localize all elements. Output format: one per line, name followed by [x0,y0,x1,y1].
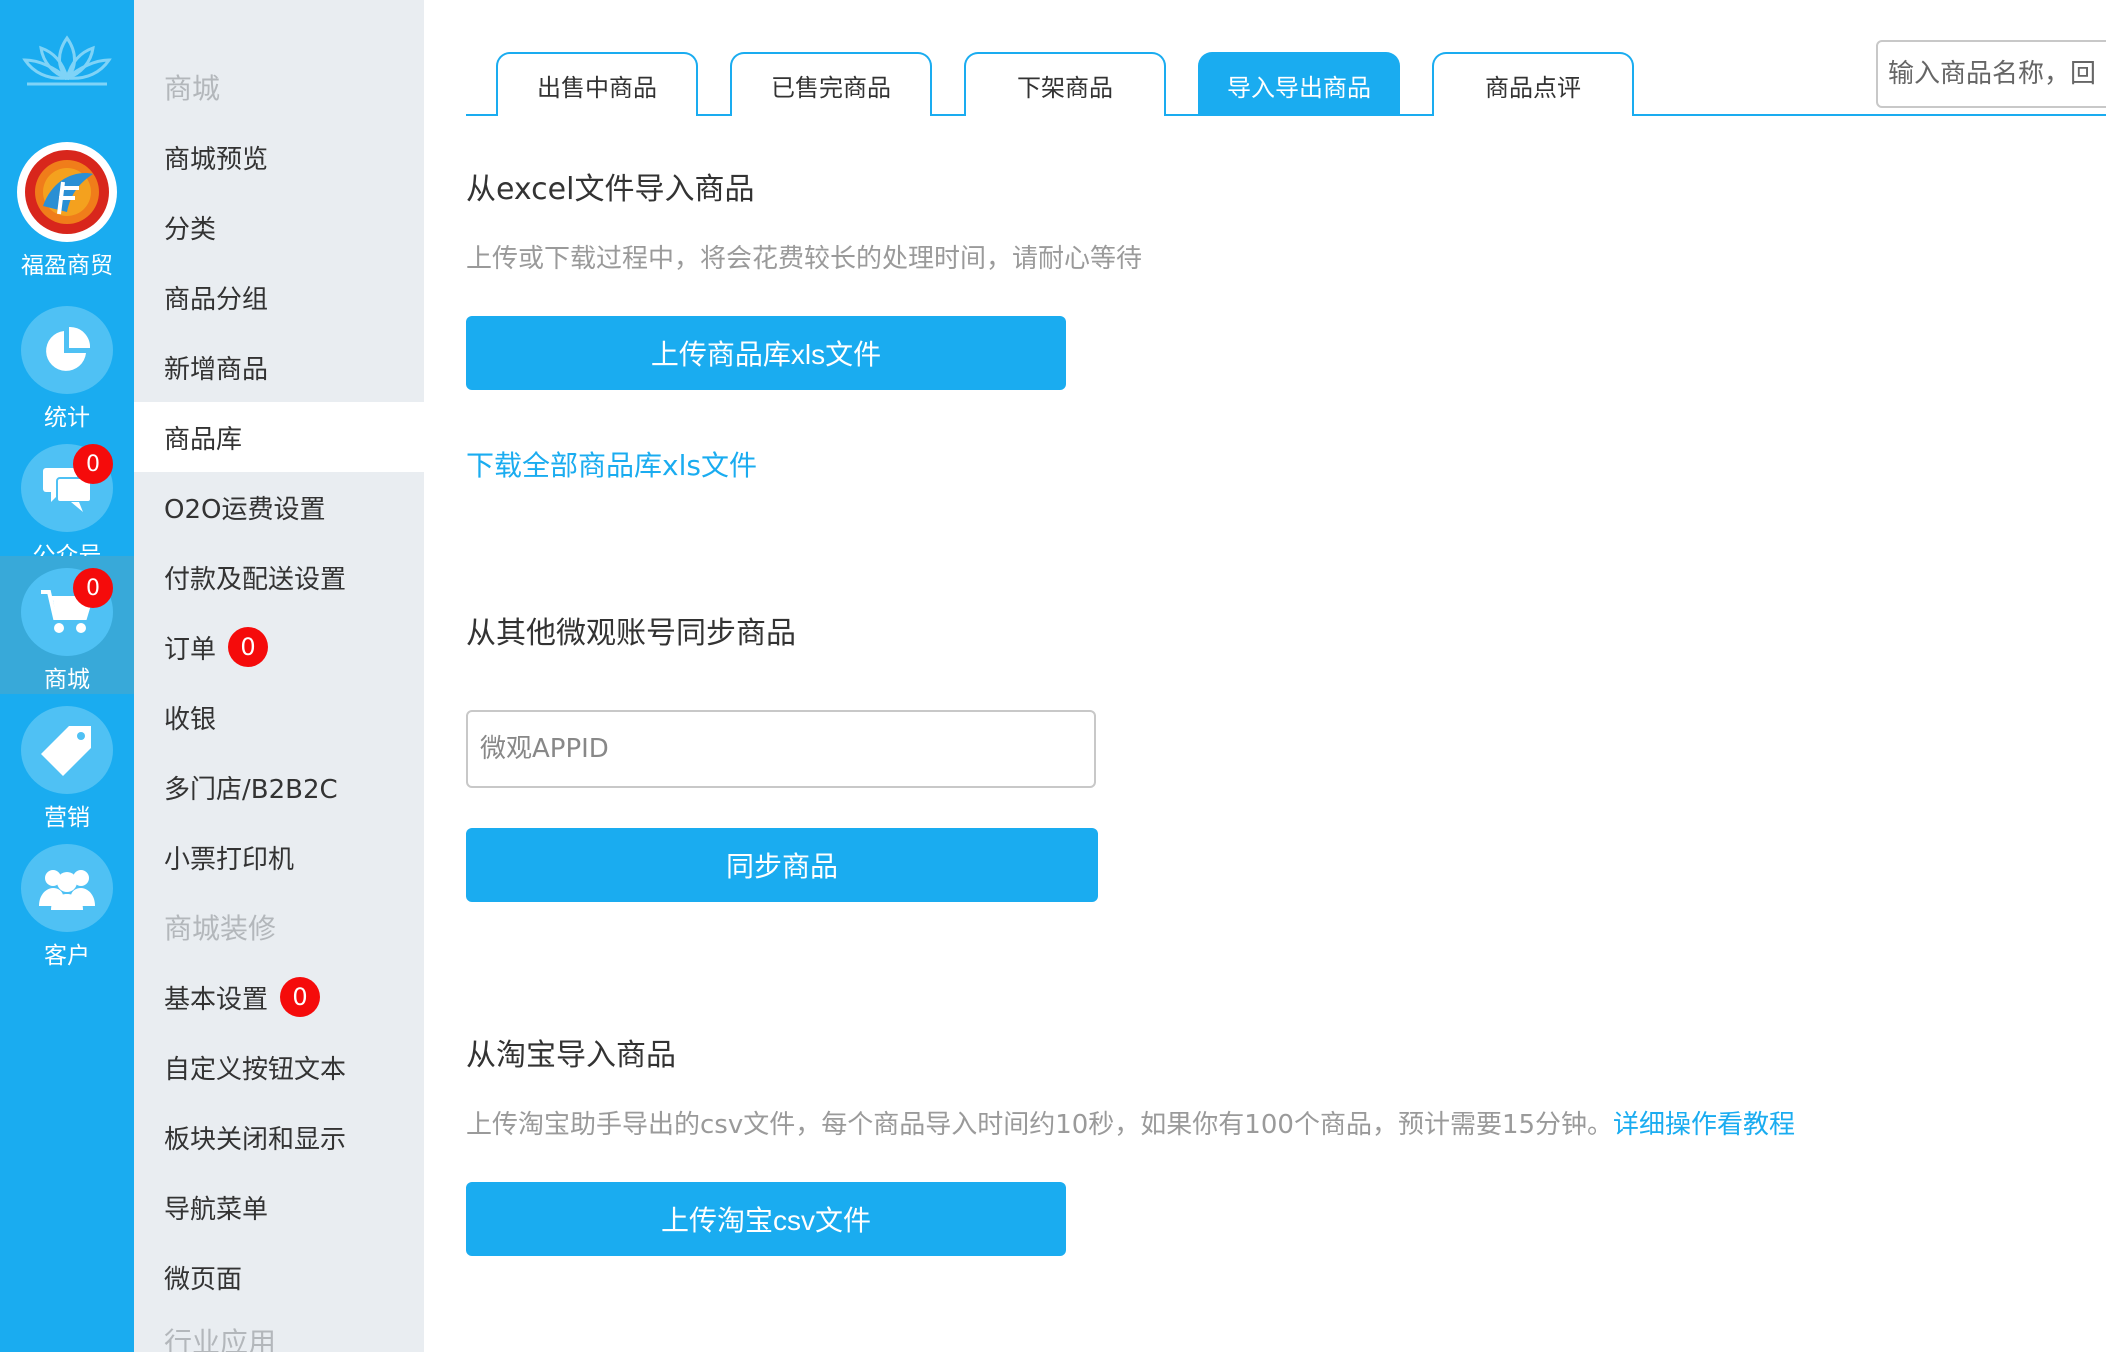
sidebar-item-orders[interactable]: 订单 0 [134,612,424,682]
sidebar-item-product-library[interactable]: 商品库 [134,402,424,472]
icon-rail: 福盈商贸 统计 0 公众号 [0,0,134,1352]
excel-section-title: 从excel文件导入商品 [466,172,755,207]
sidebar-header-industry: 行业应用 [164,1326,277,1352]
sidebar-item-custom-button-text[interactable]: 自定义按钮文本 [134,1032,424,1102]
rail-label: 统计 [44,405,90,431]
sidebar-item-label: 基本设置 [164,984,269,1015]
tag-icon [41,726,91,776]
sidebar-header-mall: 商城 [164,72,221,105]
rail-icon-circle [21,844,113,932]
upload-csv-button[interactable]: 上传淘宝csv文件 [466,1182,1066,1256]
rail-item-mall[interactable]: 0 商城 [0,556,134,694]
sidebar-item-block-visibility[interactable]: 板块关闭和显示 [134,1102,424,1172]
brand-avatar[interactable] [17,142,117,242]
taobao-hint-text: 上传淘宝助手导出的csv文件，每个商品导入时间约10秒，如果你有100个商品，预… [466,1110,1614,1140]
sidebar-item-label: 订单 [164,634,217,665]
rail-label: 商城 [44,667,90,693]
brand-name: 福盈商贸 [21,253,113,279]
rail-icon-circle [21,706,113,794]
tab-delisted[interactable]: 下架商品 [964,52,1166,116]
sidebar-item-micro-page[interactable]: 微页面 [134,1242,424,1312]
sidebar-item-product-groups[interactable]: 商品分组 [134,262,424,332]
upload-xls-button[interactable]: 上传商品库xls文件 [466,316,1066,390]
taobao-section-title: 从淘宝导入商品 [466,1038,676,1073]
basic-settings-badge: 0 [280,977,321,1017]
sidebar-item-multi-store[interactable]: 多门店/B2B2C [134,752,424,822]
rail-item-marketing[interactable]: 营销 [0,694,134,832]
tab-import-export[interactable]: 导入导出商品 [1198,52,1400,116]
tab-reviews[interactable]: 商品点评 [1432,52,1634,116]
notification-badge: 0 [73,568,113,608]
sidebar-header-decoration: 商城装修 [164,912,277,945]
rail-icon-circle: 0 [21,444,113,532]
sync-products-button[interactable]: 同步商品 [466,828,1098,902]
rail-item-statistics[interactable]: 统计 [0,294,134,432]
tab-on-sale[interactable]: 出售中商品 [496,52,698,116]
appid-input[interactable] [466,710,1096,788]
secondary-sidebar: 商城 商城预览 分类 商品分组 新增商品 商品库 O2O运费设置 付款及配送设置… [134,0,424,1352]
rail-label: 客户 [44,943,90,969]
sidebar-item-category[interactable]: 分类 [134,192,424,262]
sidebar-item-basic-settings[interactable]: 基本设置 0 [134,962,424,1032]
brand-block[interactable]: 福盈商贸 [0,142,134,280]
rail-item-customers[interactable]: 客户 [0,832,134,970]
sidebar-item-new-product[interactable]: 新增商品 [134,332,424,402]
taobao-section-hint: 上传淘宝助手导出的csv文件，每个商品导入时间约10秒，如果你有100个商品，预… [466,1104,1795,1141]
sync-section-title: 从其他微观账号同步商品 [466,616,796,651]
sidebar-item-receipt-printer[interactable]: 小票打印机 [134,822,424,892]
rail-item-official-account[interactable]: 0 公众号 [0,432,134,570]
rail-label: 营销 [44,805,90,831]
sidebar-item-nav-menu[interactable]: 导航菜单 [134,1172,424,1242]
sidebar-item-payment-delivery[interactable]: 付款及配送设置 [134,542,424,612]
product-search-input[interactable] [1876,40,2106,108]
chart-pie-icon [46,326,91,371]
sidebar-item-o2o-shipping[interactable]: O2O运费设置 [134,472,424,542]
sidebar-item-cashier[interactable]: 收银 [134,682,424,752]
lotus-logo-icon [0,30,134,100]
excel-section-hint: 上传或下载过程中，将会花费较长的处理时间，请耐心等待 [466,244,1143,274]
tutorial-link[interactable]: 详细操作看教程 [1613,1110,1795,1140]
tab-sold-out[interactable]: 已售完商品 [730,52,932,116]
rail-icon-circle [21,306,113,394]
download-xls-link[interactable]: 下载全部商品库xls文件 [466,444,757,484]
users-icon [39,870,95,910]
sidebar-item-mall-preview[interactable]: 商城预览 [134,122,424,192]
rail-icon-circle: 0 [21,568,113,656]
orders-badge: 0 [228,627,269,667]
notification-badge: 0 [73,444,113,484]
